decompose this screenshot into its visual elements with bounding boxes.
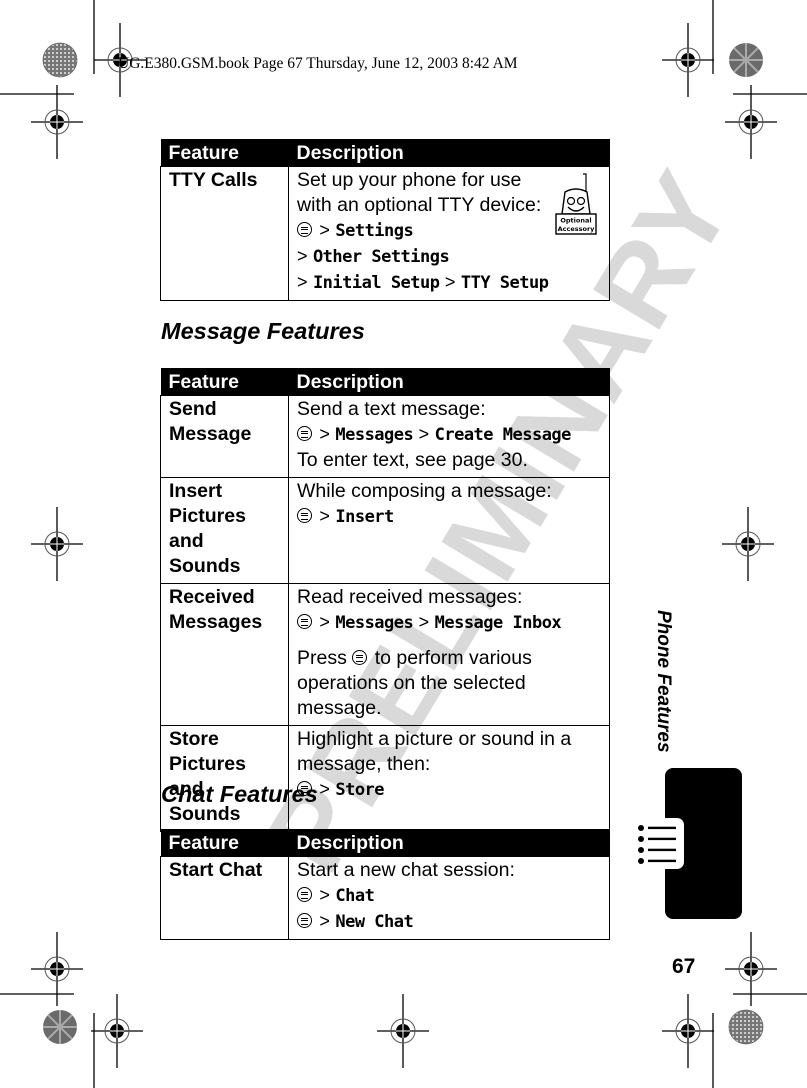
feature-description: Start a new chat session: > Chat > New C… (288, 856, 610, 940)
menu-key-icon (297, 614, 312, 629)
description-column-header: Description (288, 368, 610, 396)
feature-name: TTY Calls (160, 166, 289, 301)
menu-item: Chat (335, 886, 375, 906)
menu-item: Insert (335, 507, 394, 527)
feature-description: Send a text message: > Messages > Create… (288, 395, 610, 478)
menu-item: Settings (335, 221, 414, 241)
starburst-top-left (42, 42, 78, 78)
reg-mark-bottom-left (90, 993, 144, 1069)
feature-name: Start Chat (160, 856, 289, 940)
menu-key-icon (352, 650, 368, 665)
badge-line-1: Optional (560, 217, 591, 225)
description-line: Highlight a picture or sound in a messag… (297, 728, 572, 775)
description-note: To enter text, see page 30. (297, 449, 528, 471)
chapter-side-label: Phone Features (653, 610, 674, 753)
tty-feature-table: Feature Description TTY Calls Set up you… (160, 139, 610, 301)
list-bullets-icon (638, 825, 676, 864)
badge-line-2: Accessory (558, 225, 596, 233)
menu-item: TTY Setup (460, 273, 549, 293)
reg-mark-top-right (661, 22, 715, 98)
optional-accessory-icon: Optional Accessory (555, 173, 597, 235)
menu-path: > Chat (297, 883, 601, 909)
message-feature-table: Feature Description Send Message Send a … (160, 368, 610, 832)
menu-key-icon (297, 222, 312, 237)
menu-key-icon (297, 508, 312, 523)
description-line: Send a text message: (297, 398, 486, 420)
reg-mark-left-upper (30, 84, 84, 160)
description-line: While composing a message: (297, 480, 552, 502)
feature-description: Read received messages: > Messages > Mes… (288, 583, 610, 726)
table-header-row: Feature Description (160, 829, 610, 857)
description-note: Press to perform various operations on t… (297, 647, 532, 719)
description-line: Read received messages: (297, 586, 523, 608)
menu-item: Message Inbox (434, 613, 562, 633)
menu-item: Initial Setup (312, 273, 440, 293)
menu-path: > Insert (297, 504, 601, 530)
feature-column-header: Feature (160, 368, 289, 396)
menu-item: Store (335, 780, 385, 800)
table-row: Send Message Send a text message: > Mess… (160, 395, 610, 478)
menu-path: > Messages > Create Message (297, 422, 601, 448)
reg-mark-right-middle (721, 506, 775, 582)
chat-feature-table: Feature Description Start Chat Start a n… (160, 829, 610, 940)
feature-name: Send Message (160, 395, 289, 478)
menu-item: New Chat (335, 912, 414, 932)
menu-key-icon (297, 913, 312, 928)
feature-name: Insert Pictures and Sounds (160, 477, 289, 584)
feature-column-header: Feature (160, 829, 289, 857)
menu-key-icon (297, 887, 312, 902)
reg-mark-bottom-right (661, 993, 715, 1069)
reg-mark-left-lower (30, 931, 84, 1007)
menu-key-icon (297, 426, 312, 441)
feature-description: Highlight a picture or sound in a messag… (288, 725, 610, 832)
description-column-header: Description (288, 139, 610, 167)
reg-mark-right-upper (724, 84, 778, 160)
description-line: Start a new chat session: (297, 859, 515, 881)
menu-path: > Initial Setup > TTY Setup (297, 272, 549, 293)
table-header-row: Feature Description (160, 368, 610, 396)
section-title-chat-features: Chat Features (161, 781, 318, 807)
feature-name: Received Messages (160, 583, 289, 726)
menu-item: Messages (335, 425, 414, 445)
starburst-bottom-left (43, 1010, 77, 1044)
table-row: Insert Pictures and Sounds While composi… (160, 477, 610, 584)
table-row: Start Chat Start a new chat session: > C… (160, 856, 610, 940)
description-column-header: Description (288, 829, 610, 857)
table-header-row: Feature Description (160, 139, 610, 167)
menu-path: > Store (297, 777, 601, 803)
feature-name: Store Pictures and Sounds (160, 725, 289, 832)
menu-path: > New Chat (297, 909, 601, 935)
starburst-top-right (729, 43, 763, 77)
menu-item: Messages (335, 613, 414, 633)
feature-column-header: Feature (160, 139, 289, 167)
table-row: Store Pictures and Sounds Highlight a pi… (160, 725, 610, 832)
table-row: Received Messages Read received messages… (160, 583, 610, 726)
page-number: 67 (672, 955, 696, 978)
menu-item: Other Settings (312, 247, 450, 267)
table-row: TTY Calls Set up your phone for use with… (160, 166, 610, 301)
section-title-message-features: Message Features (161, 318, 365, 344)
print-header: UG.E380.GSM.book Page 67 Thursday, June … (118, 55, 518, 72)
menu-item: Create Message (434, 425, 572, 445)
starburst-bottom-right (728, 1009, 764, 1045)
menu-path: > Other Settings (297, 246, 450, 267)
reg-mark-right-lower (724, 931, 778, 1007)
menu-path: > Messages > Message Inbox (297, 610, 601, 636)
feature-description: While composing a message: > Insert (288, 477, 610, 584)
reg-mark-left-middle (30, 506, 84, 582)
reg-mark-bottom-center (376, 993, 430, 1069)
